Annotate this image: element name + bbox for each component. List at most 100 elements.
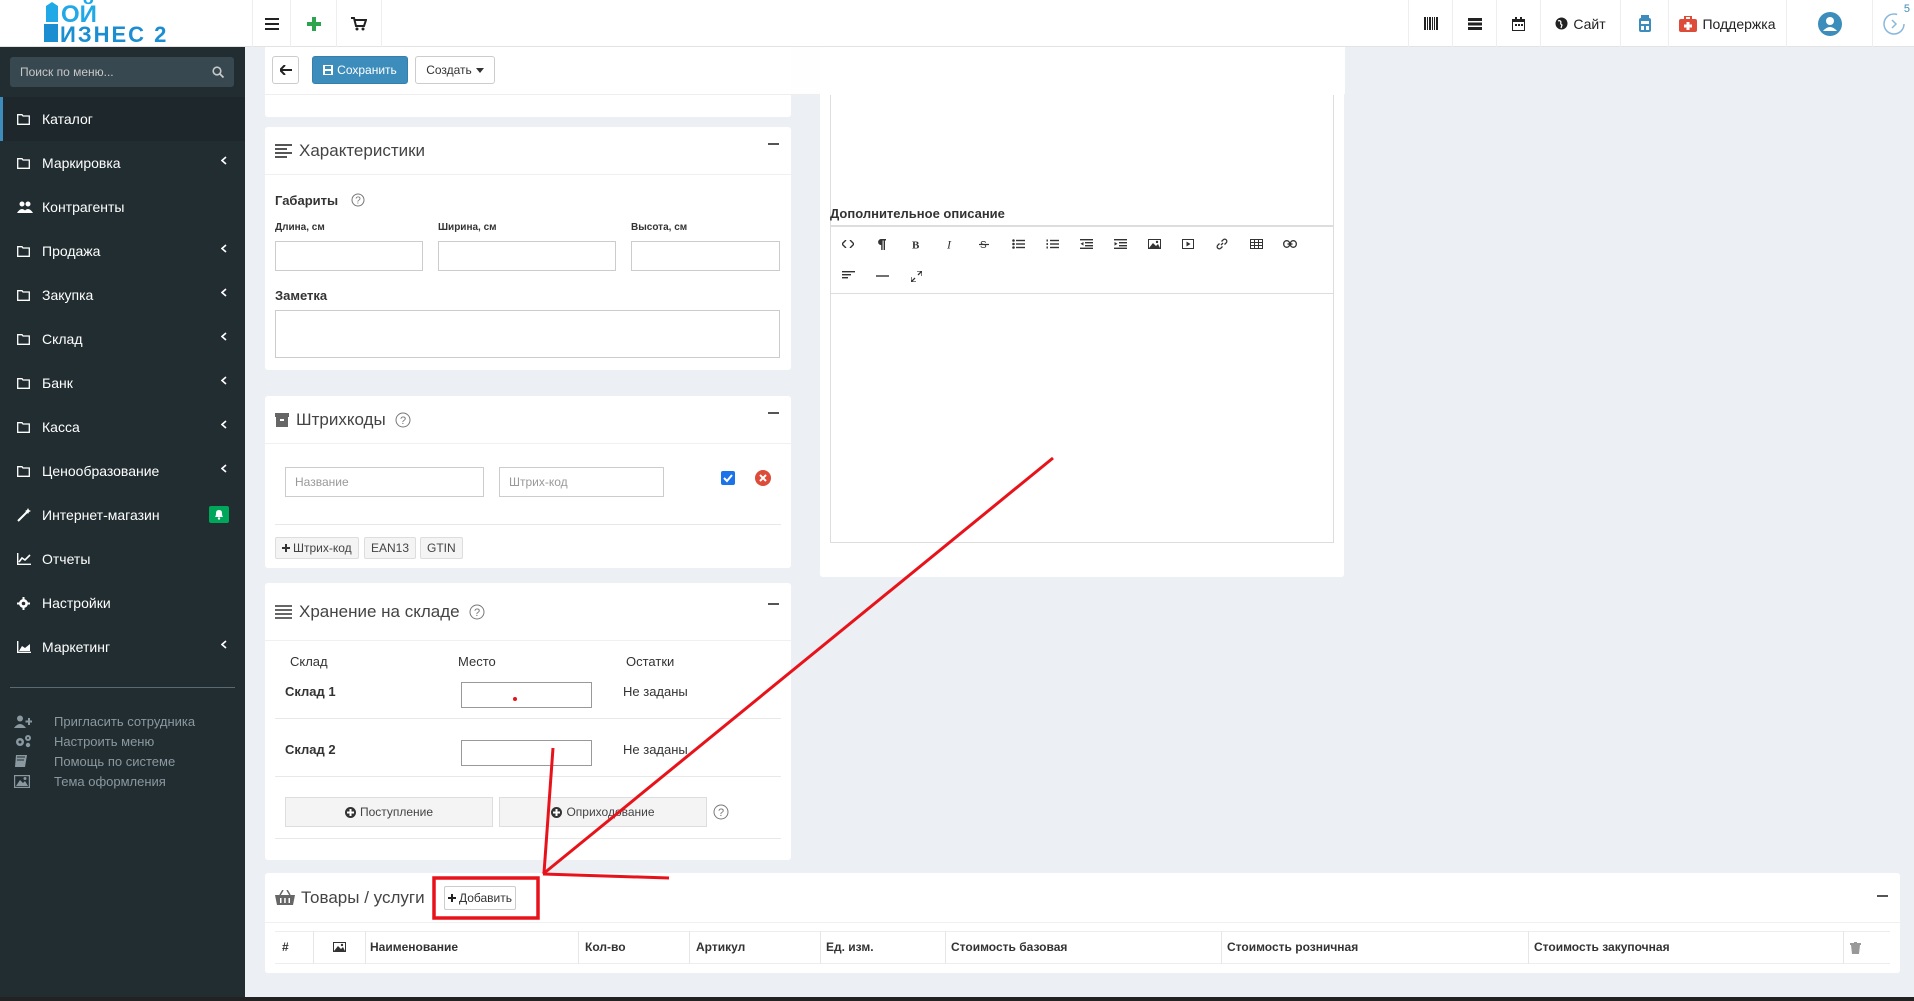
help-icon[interactable]: ? [713,804,729,820]
sidebar-item[interactable]: Маркетинг [0,625,245,669]
sidebar-utility-item[interactable]: Настроить меню [14,731,154,751]
help-icon[interactable]: ? [469,604,485,620]
unlink-icon[interactable] [1279,234,1301,254]
image-icon[interactable] [1143,234,1165,254]
sidebar-item[interactable]: Контрагенты [0,185,245,229]
folder-icon [17,421,35,433]
code-icon[interactable] [837,234,859,254]
italic-icon[interactable]: I [939,234,961,254]
server-button[interactable] [1452,0,1496,47]
sidebar-item[interactable]: Продажа [0,229,245,273]
svg-text:B: B [912,240,920,250]
sidebar-item[interactable]: Банк [0,361,245,405]
app-button[interactable] [1620,0,1668,47]
notifications-button[interactable]: 5 [1872,0,1914,47]
help-icon[interactable]: ? [395,412,411,428]
sidebar-item[interactable]: Маркировка [0,141,245,185]
align-icon[interactable] [837,266,859,286]
svg-text:?: ? [718,807,724,819]
link-icon[interactable] [1211,234,1233,254]
quick-add-button[interactable] [290,0,336,47]
remove-circle-icon[interactable] [755,470,771,486]
collapse-icon[interactable] [768,603,779,605]
sidebar-item-label: Настройки [42,595,111,611]
back-button[interactable] [272,56,299,84]
unordered-list-icon[interactable] [1007,234,1029,254]
search-icon[interactable] [212,66,224,78]
col-base-cost: Стоимость базовая [951,940,1068,954]
dimensions-label: Габариты [275,193,339,208]
help-icon[interactable]: ? [351,193,365,207]
table-icon[interactable] [1245,234,1267,254]
receipt-button[interactable]: Поступление [285,797,493,827]
characteristics-panel: Характеристики Габариты ? Длина, см Шири… [265,127,791,370]
video-icon[interactable] [1177,234,1199,254]
sidebar-item-label: Интернет-магазин [42,507,160,523]
horizontal-rule-icon[interactable] [871,266,893,286]
collapse-icon[interactable] [768,412,779,414]
support-button[interactable]: Поддержка [1668,0,1786,47]
sidebar-item[interactable]: Каталог [0,97,245,141]
sidebar-item[interactable]: Ценообразование [0,449,245,493]
area-chart-icon [17,641,35,653]
cart-button[interactable] [336,0,382,47]
strikethrough-icon[interactable]: S [973,234,995,254]
menu-search-input[interactable] [10,57,200,87]
outdent-icon[interactable] [1075,234,1097,254]
indent-icon[interactable] [1109,234,1131,254]
note-textarea[interactable] [275,310,780,358]
length-input[interactable] [275,241,423,271]
sidebar-utility-item[interactable]: Тема оформления [14,771,166,791]
book-icon [14,754,34,768]
create-dropdown-button[interactable]: Создать [415,56,495,84]
sidebar-utility-item[interactable]: Пригласить сотрудника [14,711,195,731]
col-sep [945,931,946,964]
site-button[interactable]: Сайт [1540,0,1620,47]
col-sep [578,931,579,964]
posting-button[interactable]: Оприходование [499,797,707,827]
sidebar-item[interactable]: Отчеты [0,537,245,581]
add-product-button[interactable]: Добавить [444,886,516,910]
line-chart-icon [17,553,35,565]
gtin-button[interactable]: GTIN [420,537,463,559]
barcode-name-input[interactable]: Название [285,467,484,497]
collapse-icon[interactable] [1877,895,1888,897]
add-barcode-button[interactable]: Штрих-код [275,537,359,559]
collapse-icon[interactable] [768,143,779,145]
col-sep [365,931,366,964]
additional-description-textarea[interactable] [831,294,1333,542]
user-avatar-button[interactable] [1786,0,1872,47]
characteristics-title: Характеристики [299,140,426,160]
chevron-circle-icon [1882,12,1905,35]
sidebar-utility-item[interactable]: Помощь по системе [14,751,175,771]
place-input-2[interactable] [461,740,592,766]
width-input[interactable] [438,241,616,271]
sidebar-item[interactable]: Интернет-магазин [0,493,245,537]
chevron-left-icon [221,332,227,341]
hamburger-menu-button[interactable] [252,0,290,47]
paragraph-icon[interactable] [871,234,893,254]
logo[interactable]: ОЙ ИЗНЕС 2 [0,0,245,47]
trash-icon[interactable] [1850,942,1861,954]
create-label: Создать [426,63,472,77]
height-input[interactable] [631,241,780,271]
barcode-button[interactable] [1408,0,1452,47]
checkbox-checked[interactable] [721,471,735,485]
calendar-button[interactable] [1496,0,1540,47]
col-retail-cost: Стоимость розничная [1227,940,1359,954]
sidebar-item[interactable]: Склад [0,317,245,361]
folder-icon [17,113,35,125]
gear-icon [17,596,35,610]
sidebar-item[interactable]: Касса [0,405,245,449]
ordered-list-icon[interactable] [1041,234,1063,254]
sidebar-item[interactable]: Настройки [0,581,245,625]
sidebar-item[interactable]: Закупка [0,273,245,317]
place-input-1[interactable] [461,682,592,708]
products-title: Товары / услуги [301,887,425,907]
fullscreen-icon[interactable] [905,266,927,286]
sidebar-item-label: Отчеты [42,551,91,567]
bold-icon[interactable]: B [905,234,927,254]
save-button[interactable]: Сохранить [312,56,408,84]
barcode-code-input[interactable]: Штрих-код [499,467,664,497]
ean13-button[interactable]: EAN13 [364,537,417,559]
